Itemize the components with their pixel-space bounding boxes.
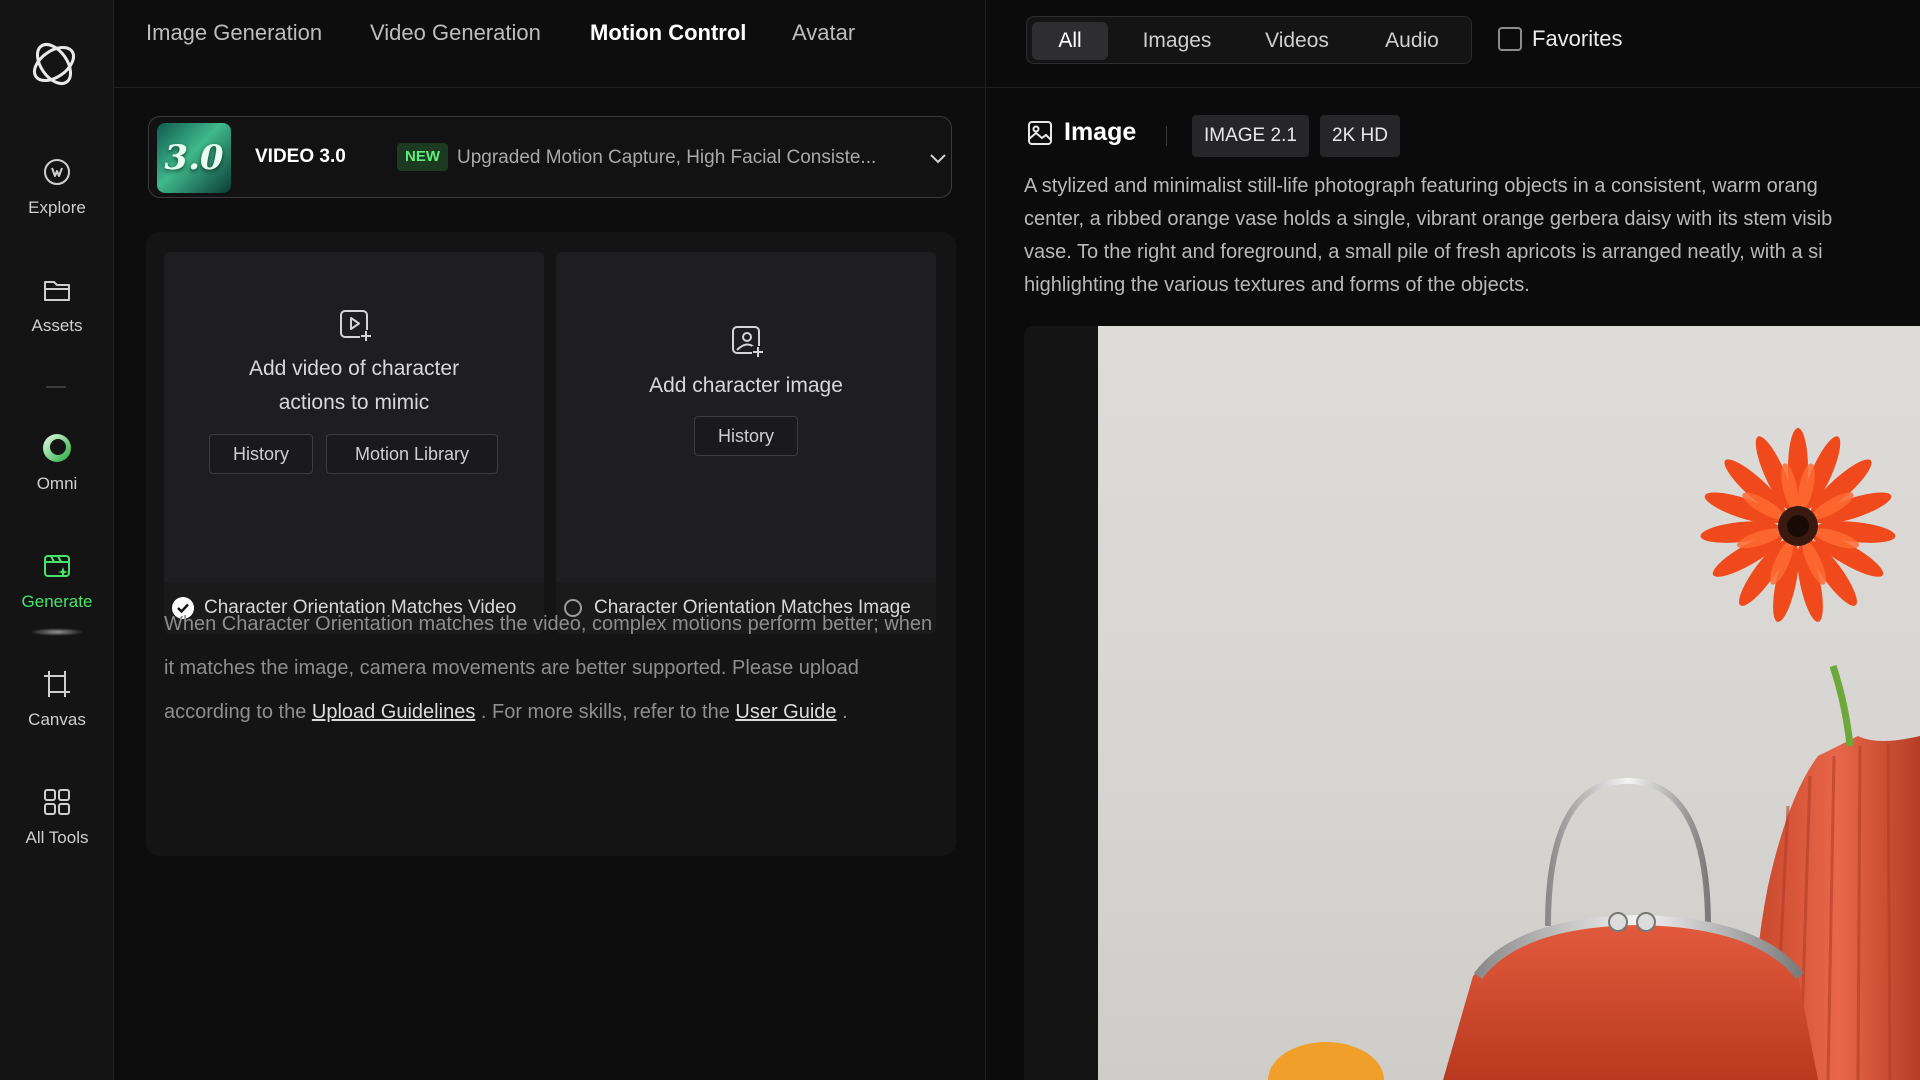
tab-image-generation[interactable]: Image Generation	[146, 20, 322, 46]
prompt-line: A stylized and minimalist still-life pho…	[1024, 175, 1818, 197]
add-image-card[interactable]: Add character image History	[556, 252, 936, 582]
active-indicator	[30, 628, 84, 636]
header-divider	[1166, 126, 1167, 146]
new-badge: NEW	[397, 143, 448, 171]
app-logo-icon[interactable]	[28, 38, 80, 90]
tab-motion-control[interactable]: Motion Control	[590, 20, 746, 46]
resolution-tag: 2K HD	[1320, 115, 1400, 157]
video-history-button[interactable]: History	[209, 434, 313, 474]
result-prompt: A stylized and minimalist still-life pho…	[1024, 170, 1920, 302]
sidebar-item-all-tools[interactable]: All Tools	[0, 772, 114, 862]
sidebar-item-label: Omni	[36, 474, 78, 493]
omni-icon	[43, 434, 71, 462]
image-history-button[interactable]: History	[694, 416, 798, 456]
upload-area: Add video of character actions to mimic …	[146, 232, 956, 856]
still-life-photo	[1268, 428, 1920, 1080]
sidebar-item-canvas[interactable]: Canvas	[0, 654, 114, 744]
filter-images[interactable]: Images	[1117, 22, 1237, 60]
generation-panel: Image Generation Video Generation Motion…	[114, 0, 986, 1080]
sidebar-item-label: All Tools	[25, 828, 89, 847]
left-sidebar: Explore Assets Omni Generate Canvas All …	[0, 0, 114, 1080]
orientation-hint: When Character Orientation matches the v…	[164, 602, 944, 734]
sidebar-item-assets[interactable]: Assets	[0, 260, 114, 350]
filter-videos[interactable]: Videos	[1237, 22, 1357, 60]
add-video-label-line2: actions to mimic	[278, 391, 430, 414]
favorites-checkbox[interactable]	[1498, 27, 1522, 51]
sidebar-item-label: Generate	[21, 592, 93, 611]
motion-library-button[interactable]: Motion Library	[326, 434, 498, 474]
generated-image[interactable]	[1098, 326, 1920, 1080]
user-guide-link[interactable]: User Guide	[735, 701, 836, 723]
tab-avatar[interactable]: Avatar	[792, 20, 855, 46]
add-video-label-line1: Add video of character	[248, 357, 460, 380]
result-type-title: Image	[1064, 118, 1137, 146]
result-preview[interactable]	[1024, 326, 1920, 1080]
explore-icon	[44, 159, 70, 185]
model-name: VIDEO 3.0	[255, 146, 346, 167]
generation-tabs: Image Generation Video Generation Motion…	[114, 0, 986, 88]
prompt-line: vase. To the right and foreground, a sma…	[1024, 241, 1823, 263]
result-header: Image	[1026, 118, 1136, 147]
sidebar-item-omni[interactable]: Omni	[0, 418, 114, 508]
tab-video-generation[interactable]: Video Generation	[370, 20, 541, 46]
favorites-label: Favorites	[1532, 26, 1623, 51]
hint-text: . For more skills, refer to the	[475, 701, 736, 723]
add-image-label: Add character image	[649, 374, 843, 397]
sidebar-item-label: Assets	[31, 316, 83, 335]
sidebar-item-label: Canvas	[28, 710, 86, 729]
sidebar-item-generate[interactable]: Generate	[0, 536, 114, 626]
canvas-icon	[44, 671, 70, 697]
model-description: Upgraded Motion Capture, High Facial Con…	[457, 147, 877, 168]
upload-guidelines-link[interactable]: Upload Guidelines	[312, 701, 475, 723]
chevron-down-icon[interactable]	[927, 147, 949, 169]
hint-text: .	[836, 701, 848, 723]
prompt-line: center, a ribbed orange vase holds a sin…	[1024, 208, 1833, 230]
folder-icon	[44, 281, 70, 301]
filter-all[interactable]: All	[1032, 22, 1108, 60]
generate-icon	[44, 555, 70, 577]
sidebar-item-label: Explore	[28, 198, 86, 217]
add-video-icon	[340, 310, 372, 342]
model-thumbnail: 3.0	[157, 123, 231, 193]
results-panel: All Images Videos Audio Favorites Image …	[986, 0, 1920, 1080]
model-selector[interactable]: 3.0 VIDEO 3.0 NEW Upgraded Motion Captur…	[148, 116, 952, 198]
grid-icon	[44, 789, 70, 815]
filter-audio[interactable]: Audio	[1357, 22, 1467, 60]
sidebar-item-explore[interactable]: Explore	[0, 142, 114, 232]
add-video-card[interactable]: Add video of character actions to mimic …	[164, 252, 544, 582]
favorites-toggle[interactable]: Favorites	[1498, 26, 1622, 52]
prompt-line: highlighting the various textures and fo…	[1024, 274, 1530, 296]
results-toolbar: All Images Videos Audio Favorites	[986, 0, 1920, 88]
media-filter: All Images Videos Audio	[1026, 16, 1472, 64]
sidebar-divider	[46, 386, 66, 388]
add-image-icon	[732, 326, 764, 358]
image-icon	[1028, 120, 1052, 145]
model-tag: IMAGE 2.1	[1192, 115, 1309, 157]
